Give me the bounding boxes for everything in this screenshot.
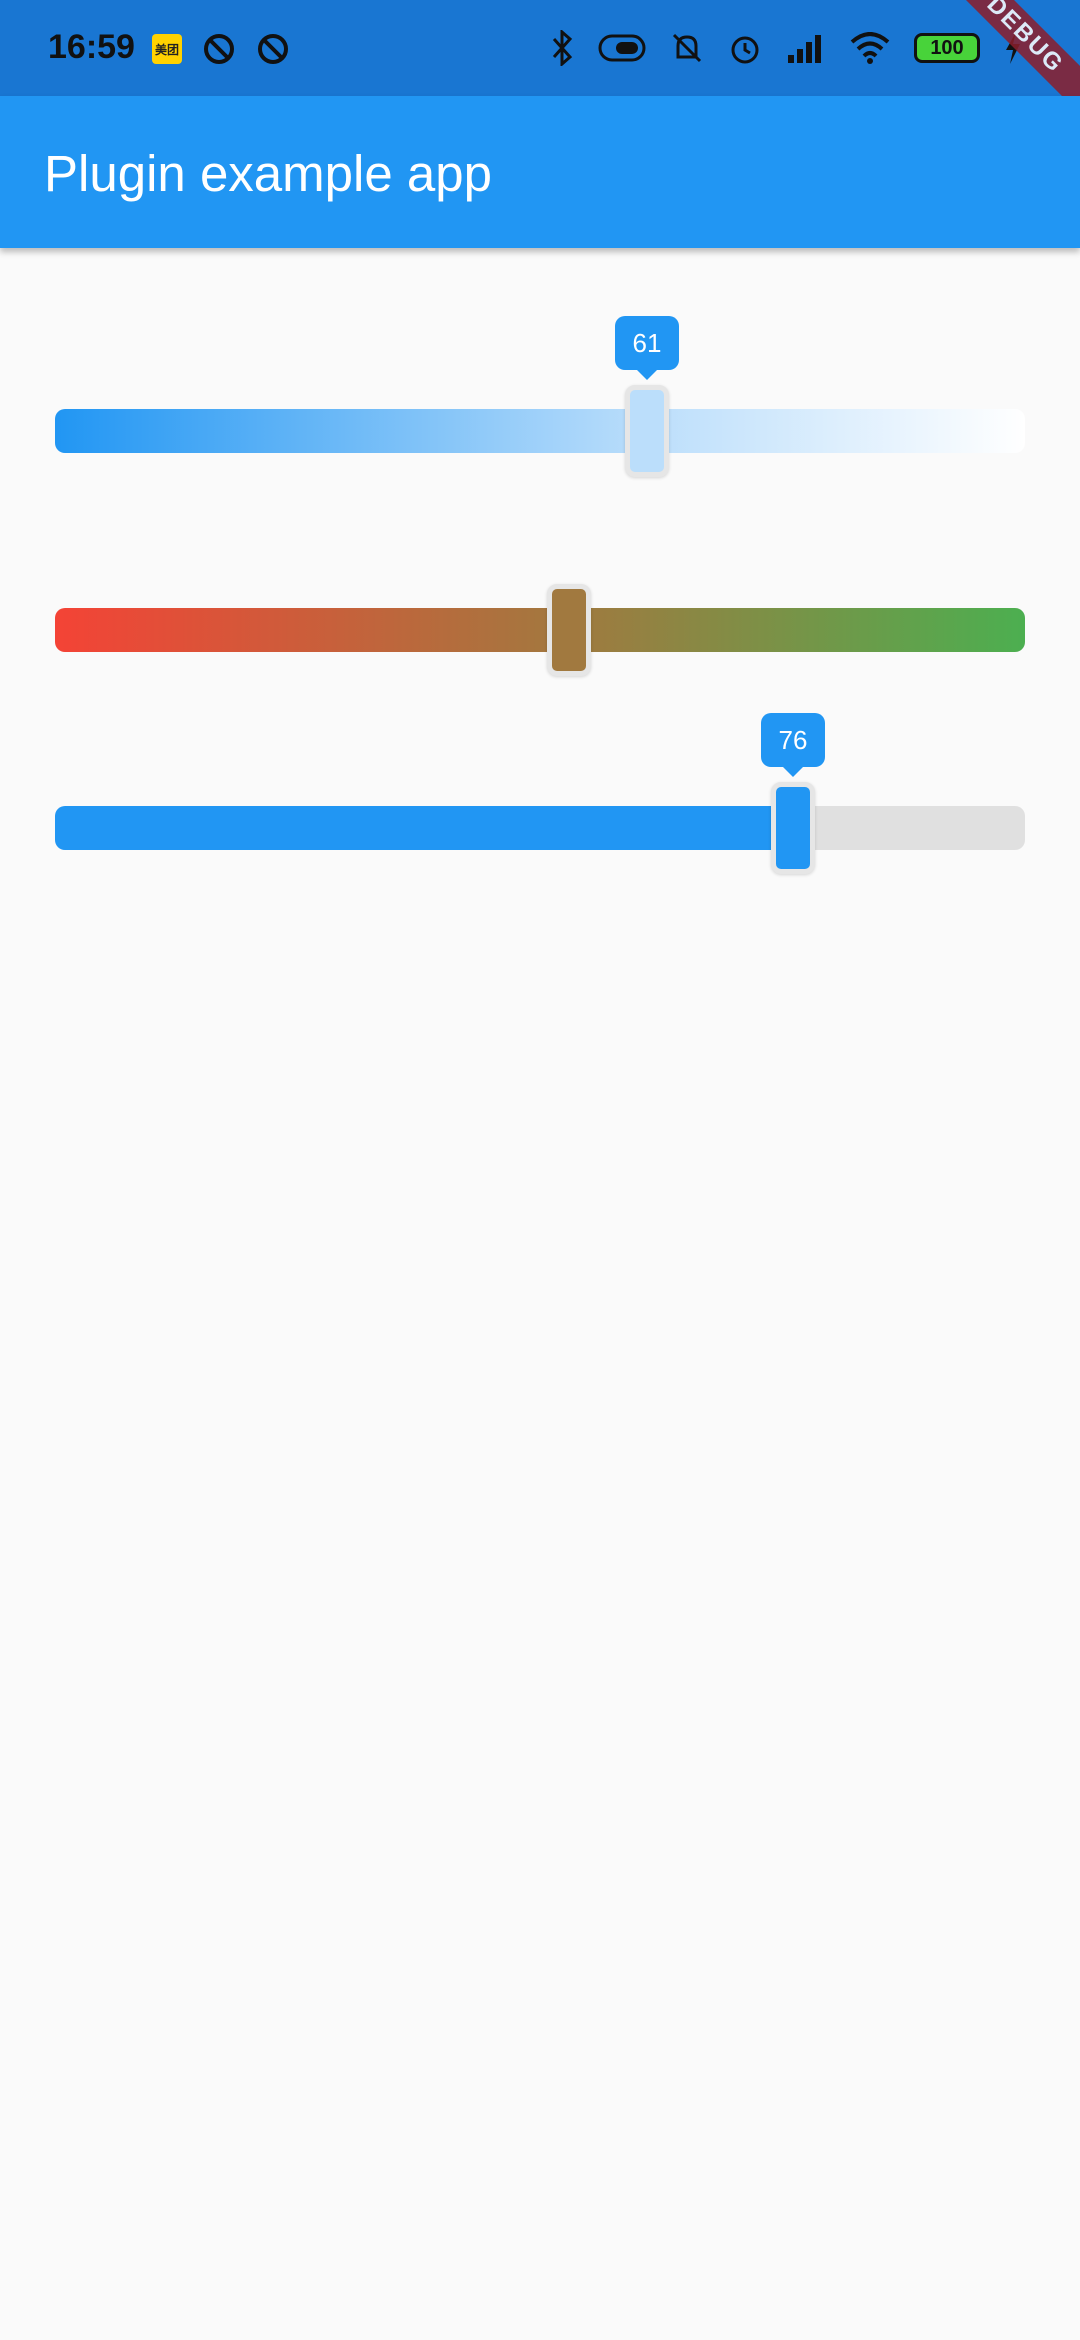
target-icon: [258, 34, 288, 64]
muted-bell-icon: [672, 33, 702, 63]
value-slider[interactable]: 76: [55, 713, 1025, 874]
app-bar: Plugin example app: [0, 96, 1080, 248]
battery-icon: 100: [914, 33, 980, 63]
slider-track[interactable]: [55, 608, 1025, 652]
slider-track[interactable]: [55, 409, 1025, 453]
toggle-icon: [598, 34, 646, 62]
signal-hd-icon: [788, 35, 821, 63]
target-icon: [204, 34, 234, 64]
slider-value-label: 76: [761, 713, 825, 777]
slider-thumb[interactable]: [771, 782, 815, 874]
status-right-icons: 100: [550, 30, 1022, 66]
wifi-icon: [850, 32, 890, 64]
alarm-icon: [731, 36, 759, 64]
page-title: Plugin example app: [44, 145, 492, 202]
slider-track[interactable]: [55, 806, 1025, 850]
bluetooth-icon: [552, 30, 573, 66]
slider-thumb[interactable]: [625, 385, 669, 477]
app-notification-icon: 美团: [152, 34, 182, 64]
slider-value-label: 61: [615, 316, 679, 380]
gradient-slider-red-green[interactable]: [55, 584, 1025, 676]
status-bar: 16:59 美团 100 DEBUG: [0, 0, 1080, 129]
slider-thumb[interactable]: [547, 584, 591, 676]
status-time: 16:59: [48, 28, 135, 66]
gradient-slider-blue[interactable]: 61: [55, 316, 1025, 477]
status-left-icons: 美团: [152, 32, 290, 66]
